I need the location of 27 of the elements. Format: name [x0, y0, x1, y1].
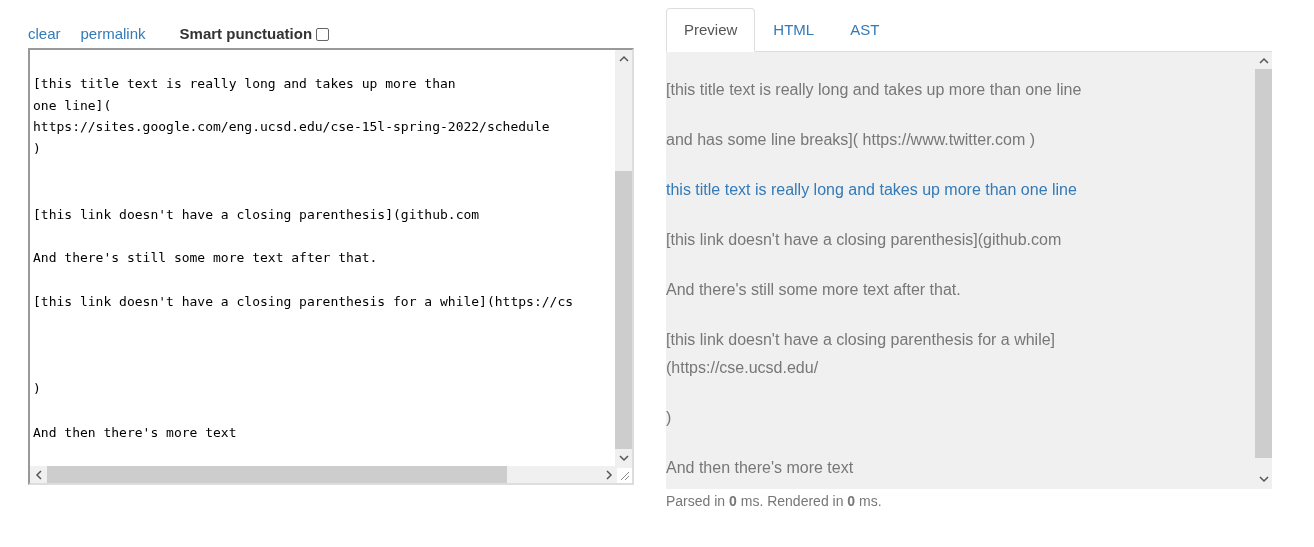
horizontal-scrollbar[interactable]: [30, 466, 617, 483]
markdown-editor[interactable]: [28, 48, 634, 485]
smart-punctuation-checkbox[interactable]: [316, 27, 330, 41]
scroll-right-icon[interactable]: [604, 469, 613, 480]
preview-paragraph: [this link doesn't have a closing parenthesis](github.com: [666, 230, 1063, 250]
vertical-scrollbar[interactable]: [615, 50, 632, 468]
preview-paragraph: And then there's more text: [666, 458, 855, 478]
resize-grip-icon[interactable]: [618, 469, 630, 481]
preview-paragraph: [this link doesn't have a closing parenthesis for a while] (https://cse.ucsd.edu/: [666, 330, 1057, 378]
scroll-up-icon[interactable]: [618, 54, 629, 63]
scroll-left-icon[interactable]: [34, 469, 43, 480]
toolbar-link[interactable]: permalink: [80, 22, 146, 46]
scroll-down-icon[interactable]: [618, 453, 629, 462]
preview-paragraph: and has some line breaks]( https://www.twitter.com ): [666, 130, 1037, 150]
preview-paragraph: And there's still some more text after that.: [666, 280, 962, 300]
preview-paragraph: ): [666, 408, 673, 428]
editor-text: [this title text is really long and takes up more than one line]( https://sites.google.com/eng.ucsd.edu/cse-15l-spring-2022/schedule ) [this link doesn't have a closing parenthesis](github.com And there's still some more text after that. [this link doesn't have a closing parenthesis for a while](https://cs ) And then there's more text: [32, 74, 575, 442]
tab[interactable]: HTML: [755, 8, 833, 52]
timing-text: Parsed in 0 ms. Rendered in 0 ms.: [666, 492, 883, 511]
preview-paragraph: [this title text is really long and takes up more than one line: [666, 80, 1083, 100]
smart-punctuation-label: Smart punctuation: [179, 23, 313, 44]
preview-link[interactable]: this title text is really long and takes up more than one line: [666, 176, 1251, 204]
tab[interactable]: AST: [832, 8, 898, 52]
toolbar-link[interactable]: clear: [28, 22, 61, 46]
scroll-down-icon[interactable]: [1258, 475, 1269, 483]
scroll-up-icon[interactable]: [1258, 56, 1269, 65]
tab[interactable]: Preview: [666, 8, 756, 52]
